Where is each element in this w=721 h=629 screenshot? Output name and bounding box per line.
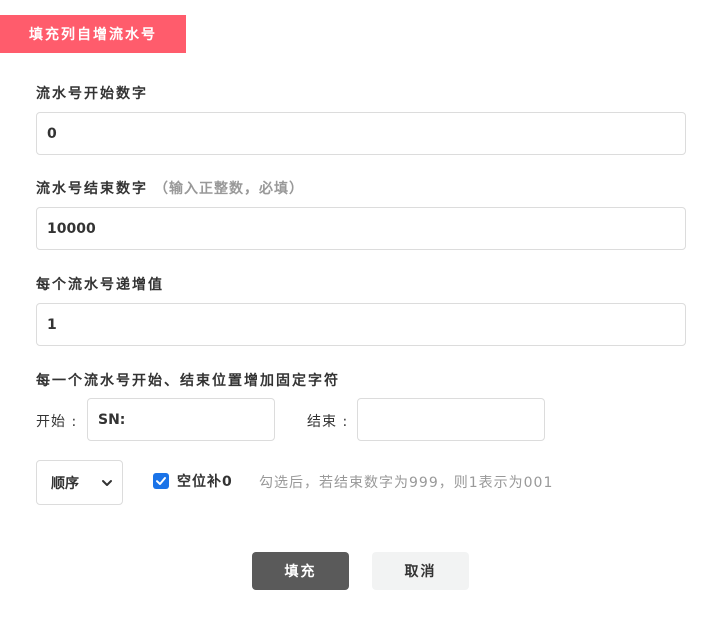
zero-pad-option[interactable]: 空位补0 [153,471,233,491]
increment-label: 每个流水号递增值 [36,277,164,293]
end-number-input[interactable] [36,207,686,250]
order-select[interactable]: 顺序 [36,460,123,505]
suffix-input[interactable] [357,398,545,441]
start-number-input[interactable] [36,112,686,155]
zero-pad-label: 空位补0 [177,474,233,490]
chevron-down-icon [100,476,114,490]
cancel-button[interactable]: 取消 [372,552,469,590]
end-number-hint: （输入正整数，必填） [154,181,304,197]
start-number-label: 流水号开始数字 [36,86,148,102]
end-number-label-text: 流水号结束数字 [36,181,148,197]
dialog-title-tab: 填充列自增流水号 [0,15,186,53]
suffix-label: 结束 : [307,414,349,430]
order-select-value: 顺序 [51,475,79,492]
zero-pad-checkbox[interactable] [153,473,169,489]
prefix-input[interactable] [87,398,275,441]
zero-pad-hint: 勾选后，若结束数字为999，则1表示为001 [259,475,554,491]
end-number-label: 流水号结束数字 （输入正整数，必填） [36,178,304,198]
prefix-label: 开始 : [36,414,78,430]
increment-input[interactable] [36,303,686,346]
affix-label: 每一个流水号开始、结束位置增加固定字符 [36,373,340,389]
check-icon [156,477,166,485]
fill-button[interactable]: 填充 [252,552,349,590]
